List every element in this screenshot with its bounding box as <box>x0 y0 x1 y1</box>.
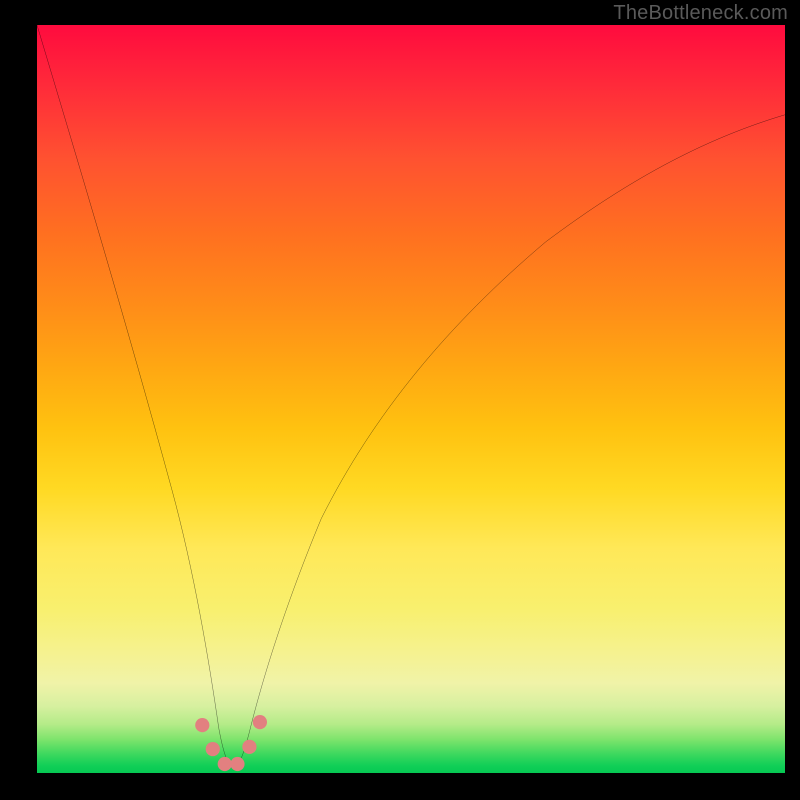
watermark-text: TheBottleneck.com <box>613 2 788 25</box>
marker-dot <box>230 757 244 771</box>
marker-dot <box>218 757 232 771</box>
plot-area <box>37 25 785 773</box>
markers-svg <box>37 25 785 773</box>
marker-dot <box>253 715 267 729</box>
marker-dot <box>206 742 220 756</box>
marker-dot <box>242 740 256 754</box>
chart-frame: TheBottleneck.com <box>0 0 800 800</box>
marker-dot <box>195 718 209 732</box>
